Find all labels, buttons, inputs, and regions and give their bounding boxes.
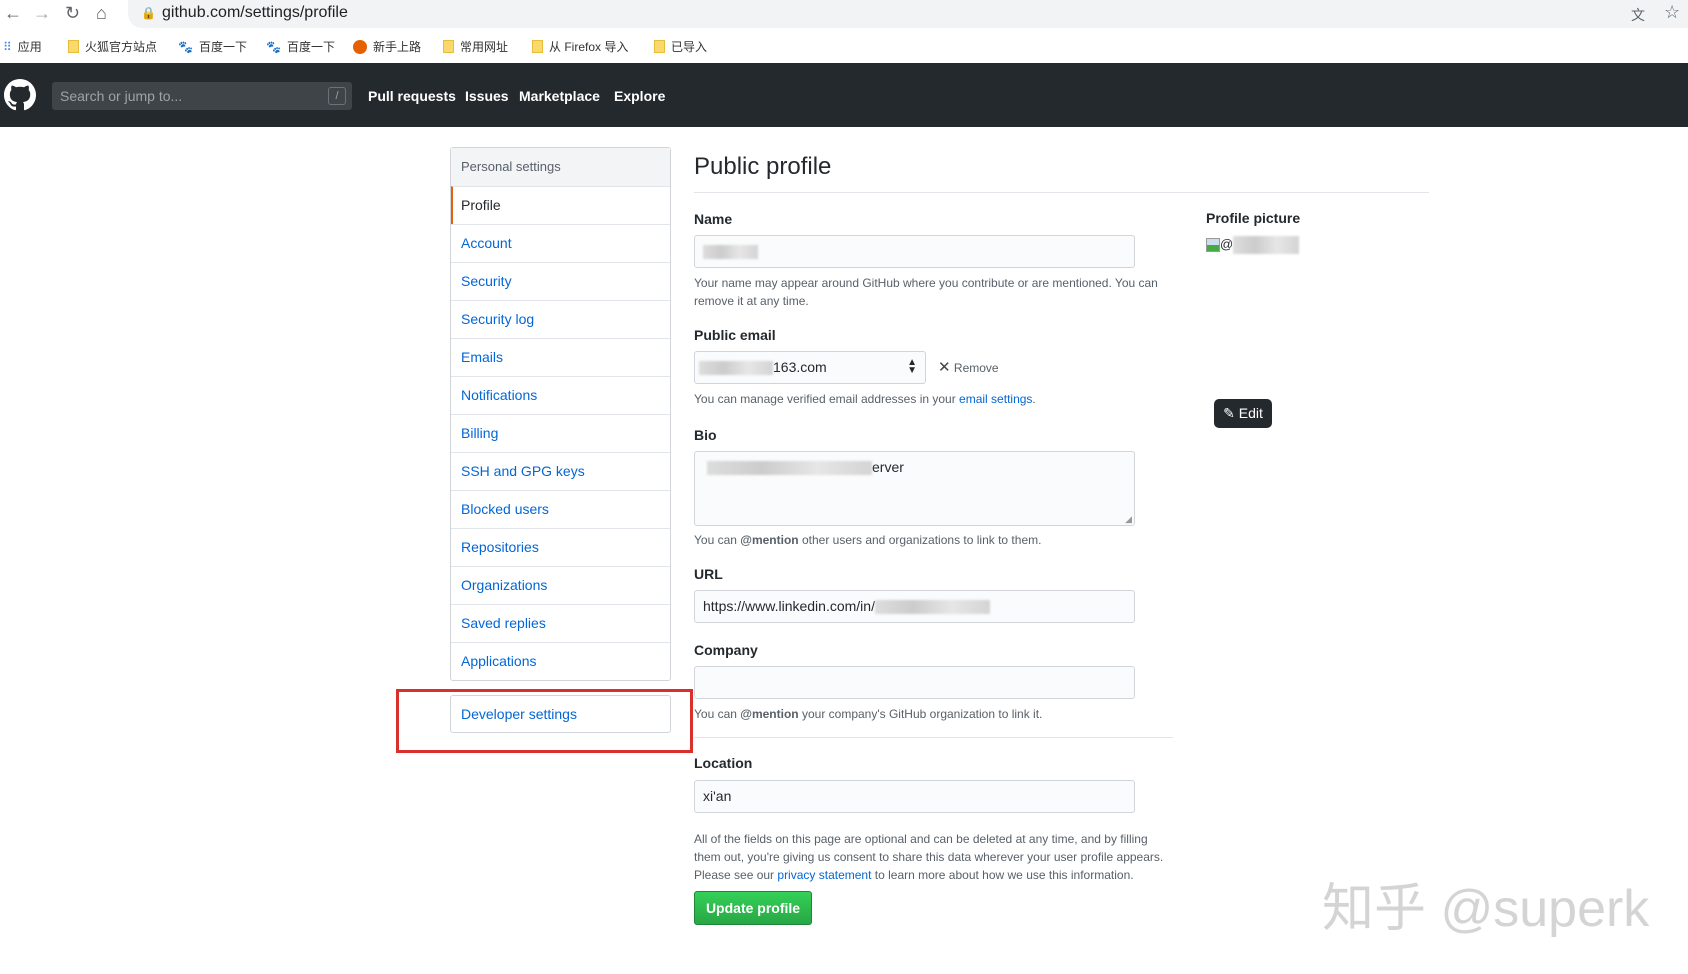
bookmark[interactable]: 新手上路 (353, 38, 421, 55)
forward-icon[interactable]: → (33, 3, 51, 24)
home-icon[interactable]: ⌂ (96, 3, 107, 24)
firefox-icon (353, 39, 367, 54)
bookmark-apps[interactable]: ⠿ 应用 (3, 38, 42, 55)
sidebar-item-saved-replies[interactable]: Saved replies (451, 604, 670, 642)
sidebar-item-profile[interactable]: Profile (451, 186, 670, 224)
redacted-name (703, 245, 758, 260)
redacted-bio (707, 461, 872, 476)
email-settings-link[interactable]: email settings (959, 392, 1032, 406)
location-label: Location (694, 755, 753, 771)
sidebar-item-security[interactable]: Security (451, 262, 670, 300)
sidebar-item-notifications[interactable]: Notifications (451, 376, 670, 414)
profile-picture-label: Profile picture (1206, 210, 1301, 226)
star-icon[interactable]: ☆ (1664, 2, 1680, 23)
bookmarks-bar: ⠿ 应用 火狐官方站点 🐾 百度一下 🐾 百度一下 新手上路 常用网址 从 Firef… (0, 33, 1688, 59)
bookmark[interactable]: 从 Firefox 导入 (532, 38, 628, 55)
broken-image-icon (1206, 238, 1220, 252)
nav-explore[interactable]: Explore (614, 88, 665, 104)
back-icon[interactable]: ← (4, 3, 22, 24)
name-note: Your name may appear around GitHub where… (694, 276, 1158, 308)
redacted-url (874, 600, 990, 615)
url-field[interactable]: https://www.linkedin.com/in/ (694, 590, 1135, 623)
bookmark[interactable]: 🐾 百度一下 (266, 38, 335, 55)
sidebar-heading: Personal settings (451, 148, 670, 186)
title-divider (694, 192, 1429, 193)
bookmark[interactable]: 已导入 (654, 38, 707, 55)
bookmark[interactable]: 🐾 百度一下 (178, 38, 247, 55)
reload-icon[interactable]: ↻ (65, 3, 80, 24)
slash-shortcut-hint: / (328, 87, 346, 105)
redacted-email (699, 361, 773, 376)
watermark: 知乎 @superk (1322, 880, 1650, 938)
address-bar[interactable] (128, 0, 1688, 28)
edit-picture-button[interactable]: ✎ Edit (1214, 399, 1272, 428)
baidu-icon: 🐾 (178, 39, 193, 54)
sidebar-item-blocked-users[interactable]: Blocked users (451, 490, 670, 528)
folder-icon (532, 40, 543, 53)
privacy-note: All of the fields on this page are optio… (694, 832, 1164, 882)
page-title: Public profile (694, 153, 832, 180)
search-input[interactable]: Search or jump to... / (52, 82, 352, 110)
sidebar-item-organizations[interactable]: Organizations (451, 566, 670, 604)
url-label: URL (694, 566, 723, 582)
resize-handle-icon[interactable]: ◢ (1125, 514, 1132, 525)
sidebar-item-security-log[interactable]: Security log (451, 300, 670, 338)
bio-label: Bio (694, 427, 717, 443)
folder-icon (68, 40, 79, 53)
email-note: You can manage verified email addresses … (694, 392, 1036, 406)
apps-grid-icon: ⠿ (3, 39, 12, 54)
name-field[interactable] (694, 235, 1135, 268)
sidebar-item-billing[interactable]: Billing (451, 414, 670, 452)
baidu-icon: 🐾 (266, 39, 281, 54)
sidebar-item-repositories[interactable]: Repositories (451, 528, 670, 566)
highlight-annotation-box (396, 689, 693, 753)
sidebar-item-emails[interactable]: Emails (451, 338, 670, 376)
url-text[interactable]: github.com/settings/profile (162, 4, 348, 22)
bookmark[interactable]: 火狐官方站点 (68, 38, 157, 55)
translate-icon[interactable]: 文 (1631, 5, 1645, 25)
github-logo-icon[interactable] (4, 79, 36, 111)
nav-pull-requests[interactable]: Pull requests (368, 88, 456, 104)
folder-icon (654, 40, 665, 53)
x-icon: ✕ (938, 359, 951, 376)
public-email-select[interactable]: 163.com ▲ ▼ (694, 351, 926, 384)
update-profile-button[interactable]: Update profile (694, 891, 812, 925)
sidebar-item-account[interactable]: Account (451, 224, 670, 262)
bookmark[interactable]: 常用网址 (443, 38, 508, 55)
location-field[interactable]: xi'an (694, 780, 1135, 813)
nav-marketplace[interactable]: Marketplace (519, 88, 600, 104)
bio-note: You can @mention other users and organiz… (694, 533, 1042, 547)
sidebar-item-applications[interactable]: Applications (451, 642, 670, 680)
sidebar-item-ssh-gpg-keys[interactable]: SSH and GPG keys (451, 452, 670, 490)
public-email-label: Public email (694, 327, 776, 343)
lock-icon: 🔒 (141, 6, 156, 20)
section-divider (694, 737, 1173, 738)
company-note: You can @mention your company's GitHub o… (694, 707, 1043, 721)
nav-issues[interactable]: Issues (465, 88, 509, 104)
bio-textarea[interactable]: erver ◢ (694, 451, 1135, 526)
folder-icon (443, 40, 454, 53)
select-arrows-icon: ▲ ▼ (907, 357, 917, 376)
settings-sidebar: Personal settings Profile Account Securi… (450, 147, 671, 681)
redacted-username (1233, 236, 1300, 254)
privacy-statement-link[interactable]: privacy statement (777, 868, 871, 882)
company-field[interactable] (694, 666, 1135, 699)
name-label: Name (694, 211, 733, 227)
remove-email-button[interactable]: ✕ Remove (938, 358, 999, 376)
pencil-icon: ✎ (1223, 405, 1235, 421)
profile-picture: @ (1206, 236, 1300, 254)
company-label: Company (694, 642, 758, 658)
